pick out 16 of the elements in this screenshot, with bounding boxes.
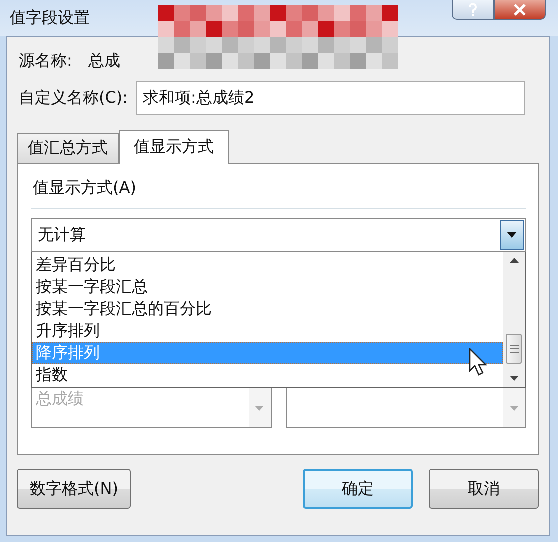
dropdown-option[interactable]: 按某一字段汇总的百分比	[32, 298, 503, 320]
source-name-label: 源名称:	[19, 50, 72, 72]
dialog-button[interactable]: 取消	[429, 469, 539, 509]
dropdown-option[interactable]: 升序排列	[32, 320, 503, 342]
dropdown-option[interactable]: 按某一字段汇总	[32, 276, 503, 298]
dialog-button[interactable]: 确定	[303, 469, 413, 509]
display-mode-label: 值显示方式(A)	[32, 178, 138, 199]
display-mode-dropdown[interactable]: 无计算	[31, 218, 526, 252]
dropdown-option[interactable]: 差异百分比	[32, 254, 503, 276]
tab[interactable]: 值显示方式	[119, 130, 229, 164]
custom-name-field[interactable]: 求和项:总成绩2	[136, 81, 526, 115]
custom-name-label: 自定义名称(C):	[19, 88, 128, 108]
window-title: 值字段设置	[10, 8, 90, 29]
tab[interactable]: 值汇总方式	[17, 133, 119, 163]
source-name-value: 总成	[88, 50, 120, 72]
dialog-button[interactable]: 数字格式(N)	[17, 469, 132, 509]
